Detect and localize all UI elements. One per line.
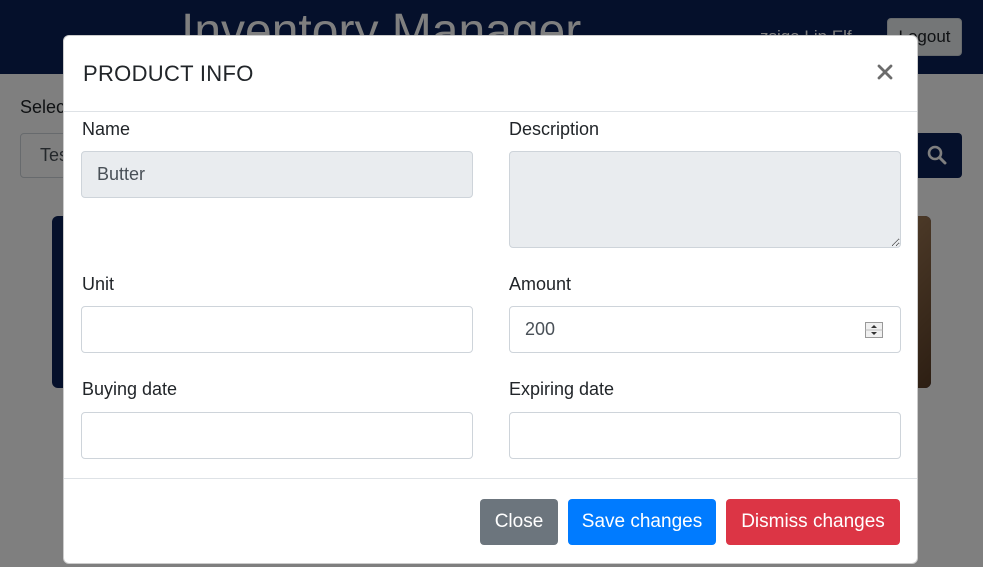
name-label: Name [82, 119, 131, 139]
description-label: Description [509, 119, 600, 139]
close-icon[interactable] [873, 60, 897, 84]
description-field[interactable] [509, 151, 901, 248]
expiring-date-label: Expiring date [509, 379, 615, 399]
modal-footer: Close Save changes Dismiss changes [64, 478, 917, 563]
dismiss-changes-button[interactable]: Dismiss changes [726, 499, 900, 545]
save-changes-button[interactable]: Save changes [568, 499, 716, 545]
unit-field[interactable] [81, 306, 473, 353]
modal-header: PRODUCT INFO [64, 36, 917, 112]
name-field[interactable] [81, 151, 473, 198]
buying-date-label: Buying date [82, 379, 178, 399]
amount-label: Amount [509, 274, 572, 294]
buying-date-field[interactable] [81, 412, 473, 459]
close-button[interactable]: Close [480, 499, 558, 545]
expiring-date-field[interactable] [509, 412, 901, 459]
amount-field[interactable] [509, 306, 901, 353]
modal-title: PRODUCT INFO [83, 61, 254, 86]
number-stepper-icon[interactable] [865, 322, 883, 338]
product-info-modal: PRODUCT INFO Name Description Unit Amoun… [63, 35, 918, 564]
unit-label: Unit [82, 274, 115, 294]
